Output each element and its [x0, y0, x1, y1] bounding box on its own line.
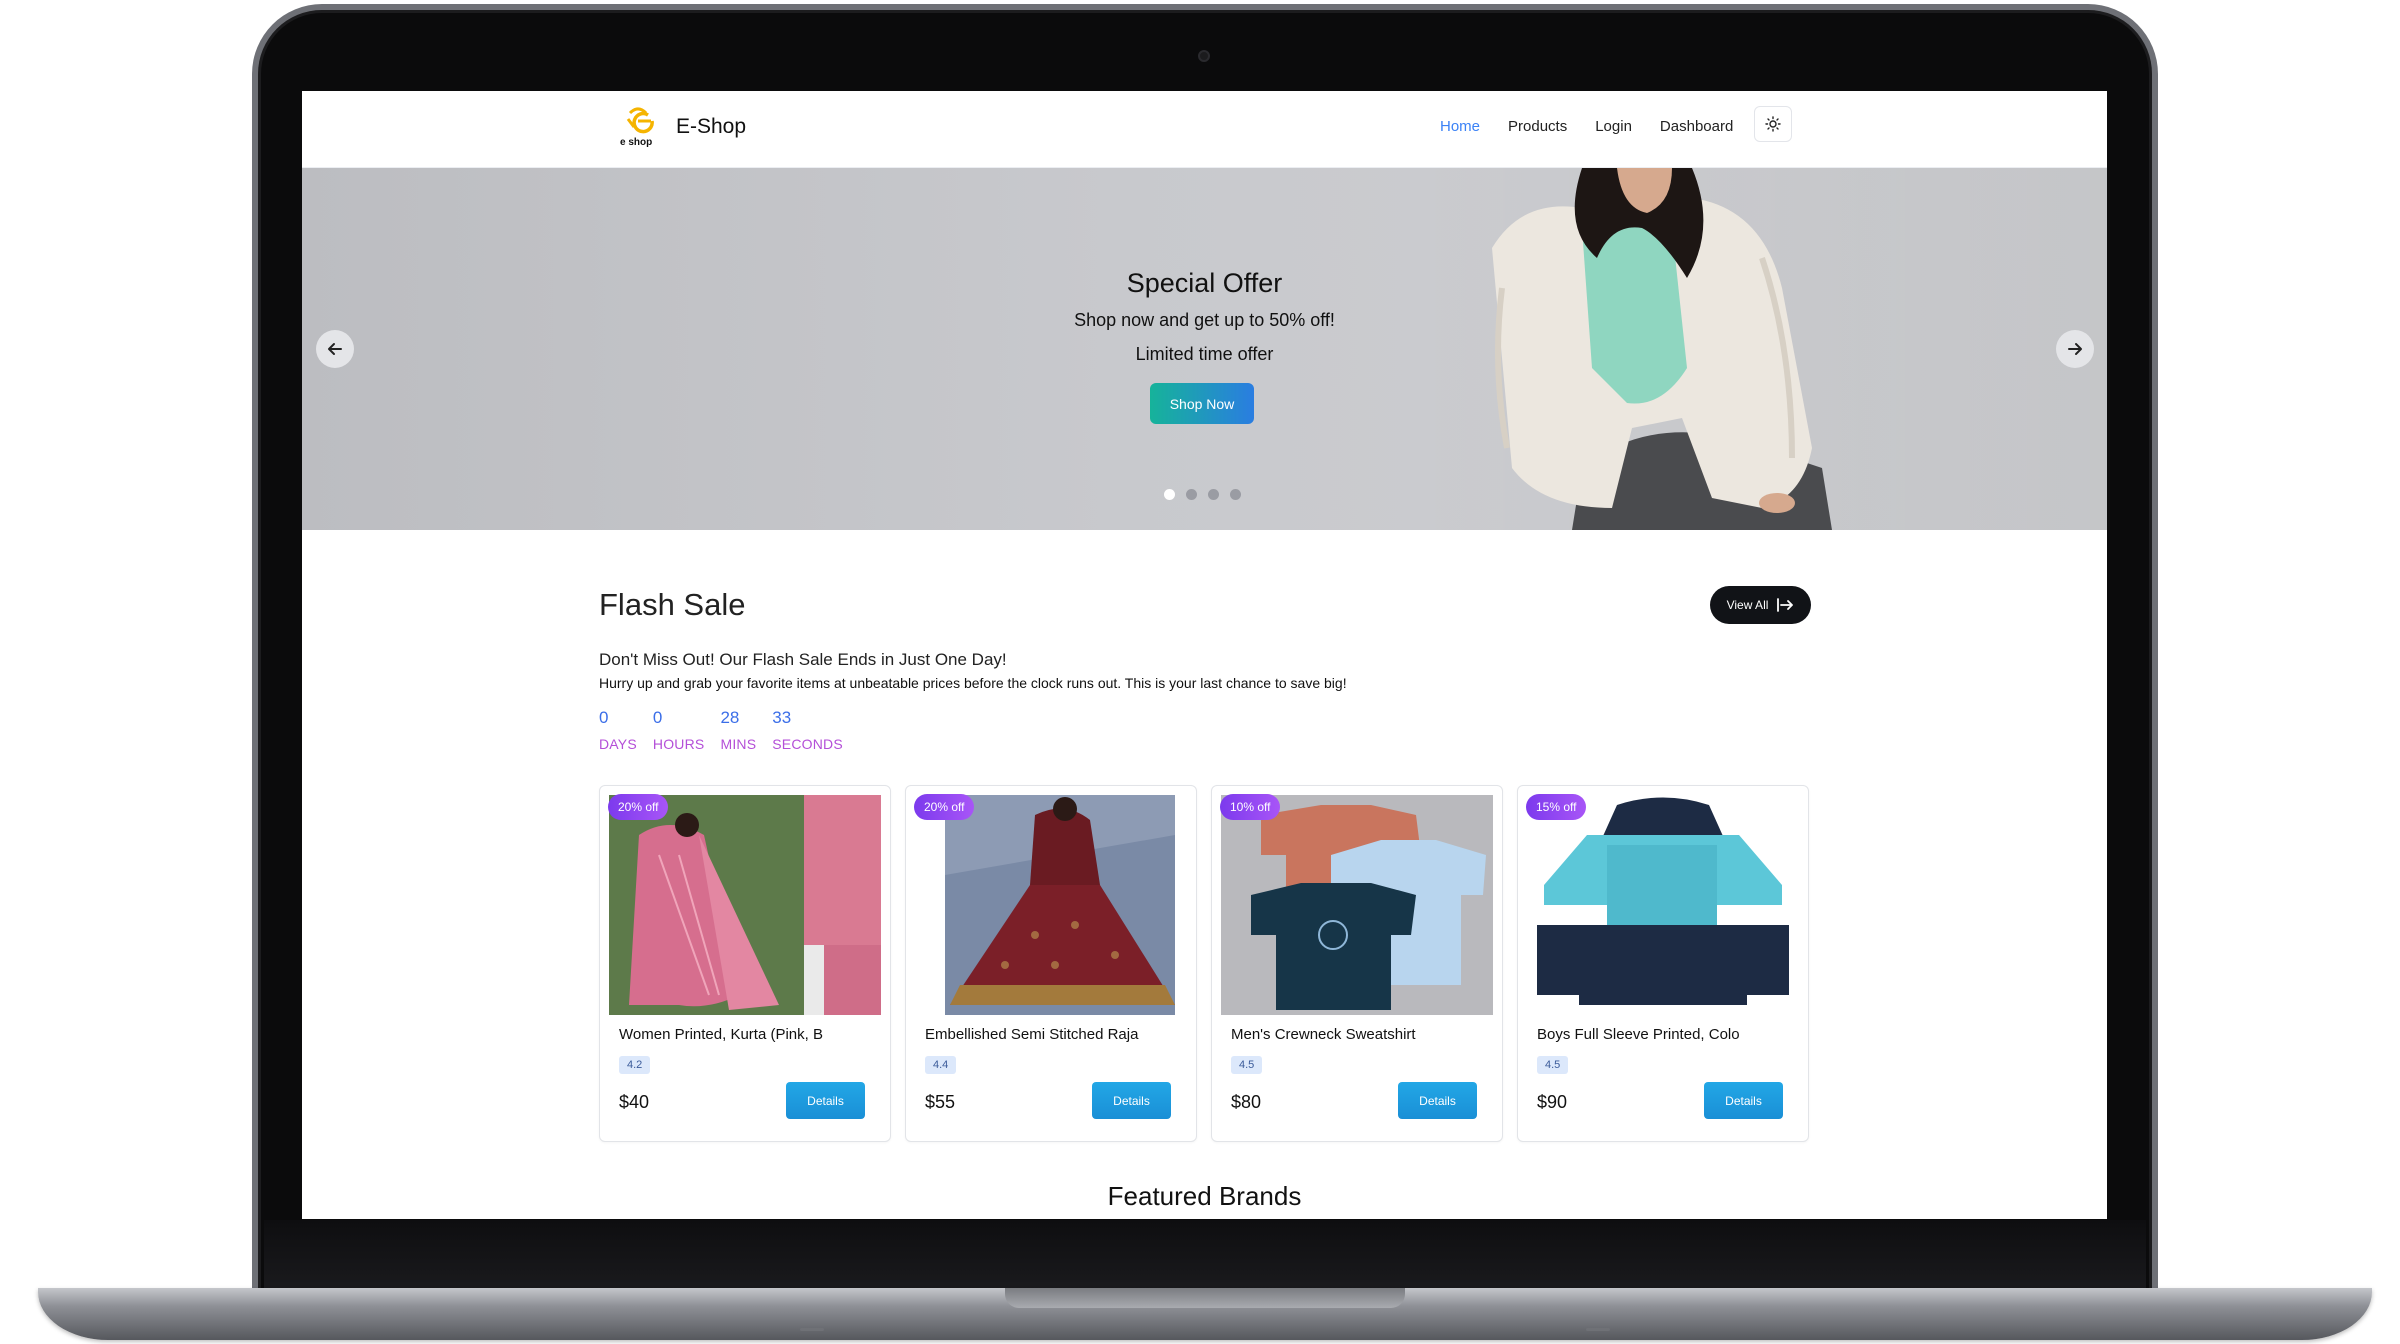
product-name[interactable]: Women Printed, Kurta (Pink, B	[619, 1026, 823, 1043]
nav-home[interactable]: Home	[1440, 118, 1480, 135]
product-name[interactable]: Boys Full Sleeve Printed, Colo	[1537, 1026, 1740, 1043]
product-price: $40	[619, 1092, 650, 1112]
countdown-value: 28	[720, 708, 740, 727]
rating-badge: 4.5	[1231, 1056, 1263, 1074]
discount-badge: 10% off	[1220, 794, 1281, 820]
product-image	[609, 795, 881, 1015]
flash-sale-headline: Don't Miss Out! Our Flash Sale Ends in J…	[599, 650, 1007, 669]
countdown-label: SECONDS	[772, 736, 843, 752]
brand-name[interactable]: E-Shop	[676, 115, 746, 139]
hero-carousel: Special Offer Shop now and get up to 50%…	[302, 168, 2107, 530]
details-button[interactable]: Details	[1092, 1082, 1171, 1119]
countdown-hours: 0 HOURS	[653, 708, 705, 752]
sun-icon	[1765, 116, 1781, 132]
product-image	[1527, 795, 1799, 1015]
countdown-label: DAYS	[599, 736, 637, 752]
countdown-value: 33	[772, 708, 792, 727]
product-card[interactable]: 20% off Embellished Semi Stitched Raja 4…	[905, 785, 1197, 1142]
logo[interactable]: e shop	[618, 107, 662, 151]
product-card[interactable]: 20% off Women Printed, Kurta (Pink, B 4.…	[599, 785, 891, 1142]
product-card[interactable]: 15% off Boys Full Sleeve Printed, Colo 4…	[1517, 785, 1809, 1142]
nav-login[interactable]: Login	[1595, 118, 1632, 135]
theme-toggle-button[interactable]	[1754, 106, 1792, 142]
carousel-dot[interactable]	[1230, 489, 1241, 500]
camera-icon	[1198, 50, 1210, 62]
product-name[interactable]: Embellished Semi Stitched Raja	[925, 1026, 1138, 1043]
rating-badge: 4.5	[1537, 1056, 1569, 1074]
product-price: $55	[925, 1092, 956, 1112]
hero-title: Special Offer	[1126, 268, 1283, 298]
product-price: $80	[1231, 1092, 1262, 1112]
laptop-foot	[800, 1328, 824, 1331]
carousel-dots	[1164, 489, 1241, 500]
carousel-prev-button[interactable]	[316, 330, 354, 368]
nav-links: Home Products Login Dashboard	[1440, 118, 1761, 135]
discount-badge: 20% off	[914, 794, 975, 820]
shop-now-button[interactable]: Shop Now	[1150, 383, 1254, 424]
countdown-timer: 0 DAYS 0 HOURS 28 MINS 33 SECONDS	[599, 708, 859, 752]
nav-products[interactable]: Products	[1508, 118, 1567, 135]
flash-sale-description: Hurry up and grab your favorite items at…	[599, 675, 1347, 691]
hero-note: Limited time offer	[1135, 344, 1274, 364]
details-button[interactable]: Details	[1704, 1082, 1783, 1119]
countdown-value: 0	[599, 708, 609, 727]
arrow-right-icon	[2068, 343, 2082, 355]
details-button[interactable]: Details	[1398, 1082, 1477, 1119]
carousel-dot[interactable]	[1208, 489, 1219, 500]
product-price: $90	[1537, 1092, 1568, 1112]
view-all-button[interactable]: View All	[1710, 586, 1811, 624]
arrow-left-icon	[328, 343, 342, 355]
countdown-seconds: 33 SECONDS	[772, 708, 843, 752]
navbar: e shop E-Shop Home Products Login Dashbo…	[302, 91, 2107, 168]
countdown-days: 0 DAYS	[599, 708, 637, 752]
product-image	[915, 795, 1187, 1015]
carousel-dot[interactable]	[1164, 489, 1175, 500]
browser-screen: e shop E-Shop Home Products Login Dashbo…	[302, 91, 2107, 1219]
product-image	[1221, 795, 1493, 1015]
discount-badge: 15% off	[1526, 794, 1587, 820]
carousel-dot[interactable]	[1186, 489, 1197, 500]
eshop-logo-icon	[626, 107, 654, 134]
laptop-hinge	[1005, 1288, 1405, 1308]
product-card[interactable]: 10% off Men's Crewneck Sweatshirt 4.5 $8…	[1211, 785, 1503, 1142]
rating-badge: 4.2	[619, 1056, 651, 1074]
hero-subtitle: Shop now and get up to 50% off!	[1074, 310, 1335, 330]
view-all-label: View All	[1726, 598, 1769, 612]
rating-badge: 4.4	[925, 1056, 957, 1074]
laptop-foot	[1586, 1328, 1610, 1331]
countdown-label: HOURS	[652, 736, 705, 752]
countdown-label: MINS	[720, 736, 757, 752]
logo-text: e shop	[620, 137, 653, 148]
countdown-value: 0	[652, 708, 663, 727]
discount-badge: 20% off	[608, 794, 669, 820]
laptop-bezel	[264, 1220, 2146, 1290]
carousel-next-button[interactable]	[2056, 330, 2094, 368]
featured-brands-title: Featured Brands	[1107, 1181, 1302, 1211]
flash-sale-title: Flash Sale	[599, 587, 746, 622]
details-button[interactable]: Details	[786, 1082, 865, 1119]
countdown-mins: 28 MINS	[720, 708, 756, 752]
nav-dashboard[interactable]: Dashboard	[1660, 118, 1733, 135]
arrow-right-to-line-icon	[1777, 598, 1794, 612]
product-name[interactable]: Men's Crewneck Sweatshirt	[1231, 1026, 1416, 1043]
